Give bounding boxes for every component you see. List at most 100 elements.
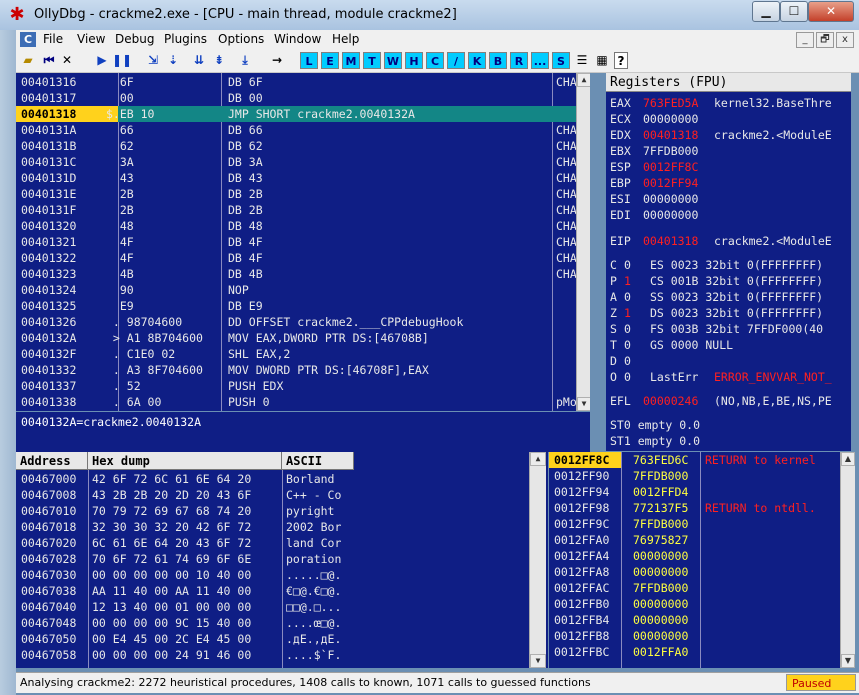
- dump-address: 00467030: [21, 568, 77, 582]
- flag-name: D: [610, 354, 617, 368]
- stack-value: 0012FFD4: [633, 485, 689, 499]
- ollydbg-bug-icon: ✱: [9, 4, 25, 25]
- register-name: EAX: [610, 96, 631, 110]
- dump-hex: 43 2B 2B 20 2D 20 43 6F: [92, 488, 252, 502]
- register-name: EFL: [610, 394, 631, 408]
- mdi-close-button[interactable]: x: [836, 32, 854, 48]
- register-value: 00401318: [643, 128, 699, 142]
- disasm-instruction: DB 48: [228, 219, 263, 233]
- cpu-window-icon[interactable]: C: [20, 32, 36, 47]
- toolbar-callstack-button[interactable]: K: [468, 52, 486, 69]
- toolbar-runtrace-button[interactable]: ...: [531, 52, 549, 69]
- menu-file[interactable]: File: [43, 32, 63, 46]
- column-divider: [621, 452, 622, 668]
- help-button[interactable]: ?: [614, 52, 628, 69]
- disasm-instruction: DB 2B: [228, 187, 263, 201]
- toolbar-threads-button[interactable]: T: [363, 52, 381, 69]
- disasm-instruction: PUSH 0: [228, 395, 270, 409]
- toolbar-source-button[interactable]: S: [552, 52, 570, 69]
- disasm-address: 00401326: [21, 315, 77, 329]
- register-value: 7FFDB000: [643, 144, 699, 158]
- mdi-restore-button[interactable]: 🗗: [816, 32, 834, 48]
- open-folder-icon[interactable]: ▰: [20, 52, 36, 69]
- dump-header-address[interactable]: Address: [16, 452, 88, 470]
- close-program-icon[interactable]: ✕: [60, 52, 74, 69]
- stack-address: 0012FF90: [554, 469, 610, 483]
- dump-header-ascii[interactable]: ASCII: [282, 452, 354, 470]
- disasm-address: 0040132A: [21, 331, 77, 345]
- minimize-button[interactable]: ▁: [752, 1, 780, 22]
- stack-value: 00000000: [633, 565, 689, 579]
- menu-debug[interactable]: Debug: [115, 32, 154, 46]
- dump-scrollbar[interactable]: ▲ ▼: [529, 452, 546, 668]
- disasm-address: 0040131B: [21, 139, 77, 153]
- disasm-hex: 2B: [106, 203, 134, 217]
- disasm-hex: 6F: [106, 75, 134, 89]
- restart-icon[interactable]: ⏮: [40, 52, 58, 69]
- register-value: 00000000: [643, 192, 699, 206]
- trace-over-icon[interactable]: ⇟: [210, 52, 228, 69]
- pause-icon[interactable]: ❚❚: [112, 52, 132, 69]
- toolbar-cpu-button[interactable]: C: [426, 52, 444, 69]
- scroll-down-arrow-icon[interactable]: ▼: [841, 654, 855, 668]
- flag-name: S: [610, 322, 617, 336]
- disasm-hex: E9: [106, 299, 134, 313]
- trace-into-icon[interactable]: ⇊: [190, 52, 208, 69]
- disassembly-scrollbar[interactable]: ▲ ▼: [576, 73, 590, 411]
- flag-value: 1: [624, 306, 631, 320]
- go-to-icon[interactable]: →: [268, 52, 286, 69]
- list-icon[interactable]: ☰: [574, 52, 590, 69]
- disasm-instruction: MOV DWORD PTR DS:[46708F],EAX: [228, 363, 429, 377]
- toolbar-references-button[interactable]: R: [510, 52, 528, 69]
- step-over-icon[interactable]: ⇣: [164, 52, 182, 69]
- menu-options[interactable]: Options: [218, 32, 264, 46]
- toolbar-memory-button[interactable]: M: [342, 52, 360, 69]
- disasm-hex: 4F: [106, 235, 134, 249]
- scroll-up-arrow-icon[interactable]: ▲: [841, 452, 855, 466]
- disasm-address: 00401320: [21, 219, 77, 233]
- dump-ascii: C++ - Co: [286, 488, 342, 502]
- fpu-register: ST1 empty 0.0: [610, 434, 701, 448]
- stack-value: 00000000: [633, 549, 689, 563]
- stack-value: 7FFDB000: [633, 469, 689, 483]
- run-icon[interactable]: ▶: [94, 52, 110, 69]
- step-into-icon[interactable]: ⇲: [144, 52, 162, 69]
- flag-name: C: [610, 258, 617, 272]
- close-button[interactable]: ✕: [808, 1, 854, 22]
- scroll-down-arrow-icon[interactable]: ▼: [530, 654, 546, 668]
- toolbar-patches-button[interactable]: /: [447, 52, 465, 69]
- scroll-up-arrow-icon[interactable]: ▲: [577, 73, 590, 87]
- toolbar-windows-button[interactable]: W: [384, 52, 402, 69]
- menu-window[interactable]: Window: [274, 32, 321, 46]
- stack-address: 0012FFA0: [554, 533, 610, 547]
- appearance-icon[interactable]: ▦: [594, 52, 610, 69]
- dump-hex: 00 00 00 00 00 10 40 00: [92, 568, 252, 582]
- toolbar-log-button[interactable]: L: [300, 52, 318, 69]
- disasm-hex: 66: [106, 123, 134, 137]
- toolbar-handles-button[interactable]: H: [405, 52, 423, 69]
- mdi-minimize-button[interactable]: _: [796, 32, 814, 48]
- disasm-hex: $.EB 10: [106, 107, 155, 121]
- segment-register: GS 0000 NULL: [650, 338, 734, 352]
- dump-ascii: €□@.€□@.: [286, 584, 342, 598]
- maximize-button[interactable]: ☐: [780, 1, 808, 22]
- disassembly-pane[interactable]: 00401316 6F DB 6F CHAR 00401317 00 DB 00 0040…: [16, 73, 590, 411]
- stack-pane[interactable]: 0012FF8C 763FED6C RETURN to kernel 0012FF90…: [549, 452, 840, 668]
- menu-view[interactable]: View: [77, 32, 105, 46]
- stack-scrollbar[interactable]: ▲ ▼: [840, 452, 855, 668]
- stack-address: 0012FFB4: [554, 613, 610, 627]
- memory-dump-pane[interactable]: Address Hex dump ASCII 00467000 42 6F 72 …: [16, 452, 548, 668]
- toolbar-modules-button[interactable]: E: [321, 52, 339, 69]
- stack-address: 0012FF8C: [554, 453, 610, 467]
- menu-help[interactable]: Help: [332, 32, 359, 46]
- execute-till-return-icon[interactable]: ⤓: [236, 52, 254, 69]
- toolbar-breakpoints-button[interactable]: B: [489, 52, 507, 69]
- menu-plugins[interactable]: Plugins: [164, 32, 207, 46]
- scroll-down-arrow-icon[interactable]: ▼: [577, 397, 590, 411]
- disasm-instruction: DB 3A: [228, 155, 263, 169]
- registers-pane[interactable]: Registers (FPU) EAX 763FED5A kernel32.Base…: [606, 73, 851, 451]
- dump-header-hex[interactable]: Hex dump: [88, 452, 282, 470]
- scroll-up-arrow-icon[interactable]: ▲: [530, 452, 546, 466]
- debugger-state-badge: Paused: [786, 674, 856, 691]
- info-text: 0040132A=crackme2.0040132A: [21, 415, 202, 429]
